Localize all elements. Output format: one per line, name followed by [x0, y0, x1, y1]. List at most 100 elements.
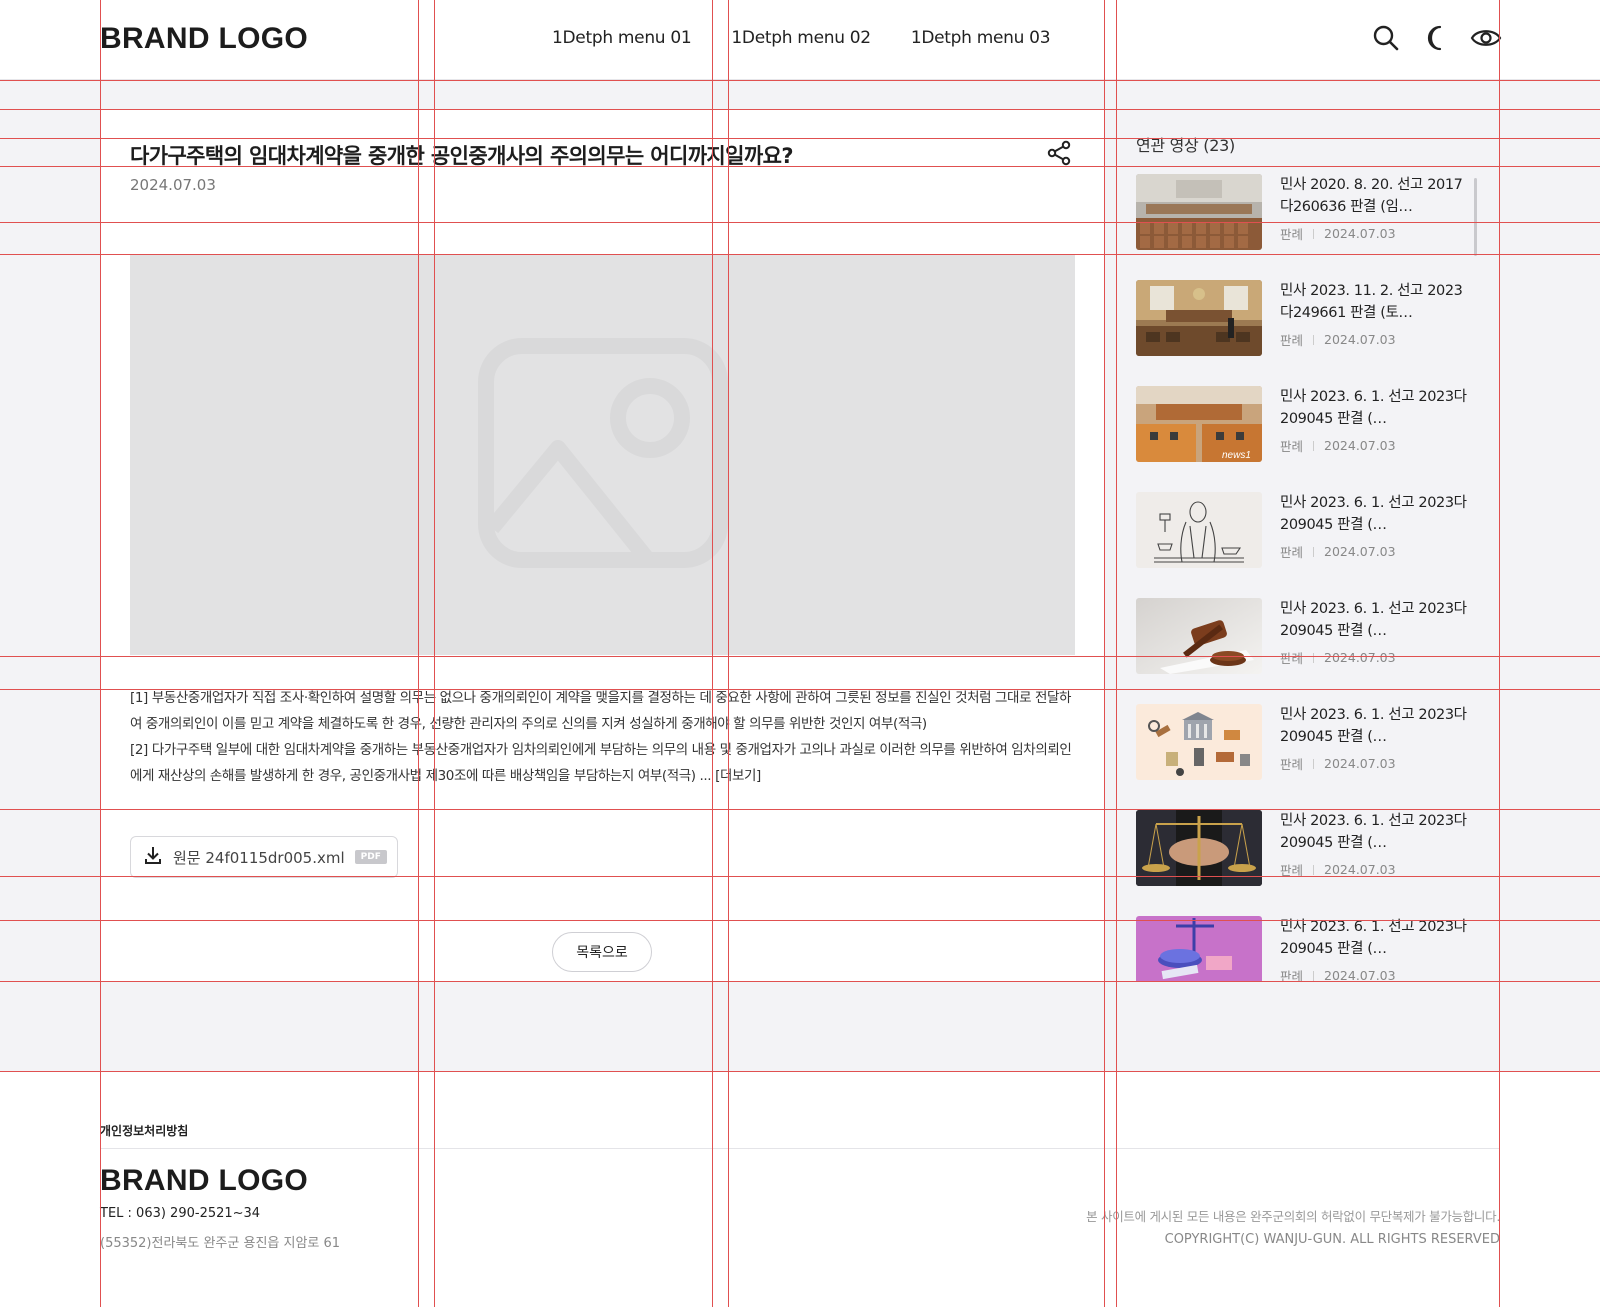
related-video-category: 판례	[1280, 969, 1304, 982]
related-video-text: 민사 2023. 6. 1. 선고 2023다209045 판결 (… 판례 20…	[1280, 492, 1470, 570]
attachment-filename: 원문 24f0115dr005.xml	[173, 848, 345, 867]
meta-separator	[1313, 758, 1315, 769]
summary-paragraph-2-text: [2] 다가구주택 일부에 대한 임대차계약을 중개하는 부동산중개업자가 임차…	[130, 742, 1072, 784]
related-video-text: 민사 2023. 6. 1. 선고 2023다209045 판결 (… 판례 20…	[1280, 386, 1470, 464]
related-video-title: 민사 2023. 6. 1. 선고 2023다209045 판결 (…	[1280, 919, 1467, 957]
main-nav: 1Detph menu 01 1Detph menu 02 1Detph men…	[552, 28, 1051, 48]
more-link[interactable]: [더보기]	[715, 768, 761, 784]
related-video-item[interactable]: 민사 2023. 11. 2. 선고 2023다249661 판결 (토… 판례…	[1136, 280, 1476, 358]
dark-mode-icon[interactable]	[1420, 22, 1452, 54]
video-thumbnail-purple-scales	[1136, 916, 1262, 982]
brand-logo[interactable]: BRAND LOGO	[100, 22, 308, 56]
privacy-policy-link[interactable]: 개인정보처리방침	[100, 1122, 188, 1139]
related-video-item[interactable]: news1 민사 2023. 6. 1. 선고 2023다209045 판결 (…	[1136, 386, 1476, 464]
related-video-meta: 판례 2024.07.03	[1280, 542, 1470, 561]
related-video-meta: 판례 2024.07.03	[1280, 224, 1470, 243]
related-video-title: 민사 2023. 11. 2. 선고 2023다249661 판결 (토…	[1280, 283, 1463, 321]
related-video-meta: 판례 2024.07.03	[1280, 648, 1470, 667]
related-video-item[interactable]: 민사 2020. 8. 20. 선고 2017다260636 판결 (임… 판례…	[1136, 174, 1476, 252]
svg-text:news1: news1	[1222, 450, 1251, 461]
header-tools	[1370, 22, 1502, 54]
video-thumbnail-courtroom	[1136, 280, 1262, 356]
nav-menu-01[interactable]: 1Detph menu 01	[552, 28, 692, 48]
related-video-date: 2024.07.03	[1324, 544, 1396, 559]
related-video-category: 판례	[1280, 439, 1304, 454]
meta-separator	[1313, 228, 1315, 239]
footer-divider	[100, 1148, 1500, 1149]
meta-separator	[1313, 652, 1315, 663]
related-video-title: 민사 2023. 6. 1. 선고 2023다209045 판결 (…	[1280, 389, 1467, 427]
nav-menu-02[interactable]: 1Detph menu 02	[731, 28, 871, 48]
related-video-item[interactable]: 민사 2023. 6. 1. 선고 2023다209045 판결 (… 판례 20…	[1136, 492, 1476, 570]
article-date: 2024.07.03	[130, 176, 216, 194]
related-video-category: 판례	[1280, 333, 1304, 348]
meta-separator	[1313, 546, 1315, 557]
site-header: BRAND LOGO 1Detph menu 01 1Detph menu 02…	[0, 0, 1600, 80]
related-video-category: 판례	[1280, 757, 1304, 772]
related-video-meta: 판례 2024.07.03	[1280, 754, 1470, 773]
download-icon	[143, 845, 163, 869]
footer-brand-logo: BRAND LOGO	[100, 1164, 308, 1197]
related-videos-list[interactable]: 민사 2020. 8. 20. 선고 2017다260636 판결 (임… 판례…	[1136, 174, 1476, 982]
related-video-date: 2024.07.03	[1324, 332, 1396, 347]
footer-phone: TEL : 063) 290-2521~34	[100, 1206, 261, 1221]
summary-paragraph-1: [1] 부동산중개업자가 직접 조사·확인하여 설명할 의무는 없으나 중개의뢰…	[130, 690, 1072, 732]
video-thumbnail-isometric-law	[1136, 704, 1262, 780]
related-video-title: 민사 2023. 6. 1. 선고 2023다209045 판결 (…	[1280, 707, 1467, 745]
related-video-text: 민사 2023. 11. 2. 선고 2023다249661 판결 (토… 판례…	[1280, 280, 1470, 358]
meta-separator	[1313, 864, 1315, 875]
meta-separator	[1313, 334, 1315, 345]
eye-icon[interactable]	[1470, 22, 1502, 54]
footer-copy-notice: 본 사이트에 게시된 모든 내용은 완주군의회의 허락없이 무단복제가 불가능합…	[1086, 1209, 1500, 1224]
article-panel: 다가구주택의 임대차계약을 중개한 공인중개사의 주의의무는 어디까지일까요? …	[100, 110, 1105, 982]
footer-address: (55352)전라북도 완주군 용진읍 지암로 61	[100, 1236, 341, 1251]
title-divider	[130, 222, 1075, 223]
related-video-title: 민사 2020. 8. 20. 선고 2017다260636 판결 (임…	[1280, 177, 1463, 215]
related-video-date: 2024.07.03	[1324, 226, 1396, 241]
nav-menu-03[interactable]: 1Detph menu 03	[911, 28, 1051, 48]
related-video-meta: 판례 2024.07.03	[1280, 860, 1470, 879]
share-icon[interactable]	[1046, 140, 1072, 166]
video-thumbnail-gavel	[1136, 598, 1262, 674]
site-footer: 개인정보처리방침 BRAND LOGO TEL : 063) 290-2521~…	[0, 1072, 1600, 1307]
related-video-text: 민사 2023. 6. 1. 선고 2023다209045 판결 (… 판례 20…	[1280, 598, 1470, 676]
article-title: 다가구주택의 임대차계약을 중개한 공인중개사의 주의의무는 어디까지일까요?	[130, 144, 794, 168]
related-video-meta: 판례 2024.07.03	[1280, 436, 1470, 455]
article-summary: [1] 부동산중개업자가 직접 조사·확인하여 설명할 의무는 없으나 중개의뢰…	[130, 685, 1075, 789]
related-video-item[interactable]: 민사 2023. 6. 1. 선고 2023다209045 판결 (… 판례 20…	[1136, 598, 1476, 676]
related-video-category: 판례	[1280, 863, 1304, 878]
related-video-date: 2024.07.03	[1324, 756, 1396, 771]
video-thumbnail-courtroom	[1136, 174, 1262, 250]
summary-paragraph-2: [2] 다가구주택 일부에 대한 임대차계약을 중개하는 부동산중개업자가 임차…	[130, 737, 1075, 789]
related-video-item[interactable]: 민사 2023. 6. 1. 선고 2023다209045 판결 (… 판례 20…	[1136, 810, 1476, 888]
related-video-title: 민사 2023. 6. 1. 선고 2023다209045 판결 (…	[1280, 495, 1467, 533]
back-to-list-button[interactable]: 목록으로	[552, 932, 652, 972]
related-video-meta: 판례 2024.07.03	[1280, 966, 1470, 982]
related-video-category: 판례	[1280, 545, 1304, 560]
search-icon[interactable]	[1370, 22, 1402, 54]
related-video-date: 2024.07.03	[1324, 438, 1396, 453]
video-thumbnail-judge-sketch	[1136, 492, 1262, 568]
related-video-date: 2024.07.03	[1324, 650, 1396, 665]
meta-separator	[1313, 440, 1315, 451]
related-video-text: 민사 2020. 8. 20. 선고 2017다260636 판결 (임… 판례…	[1280, 174, 1470, 252]
video-thumbnail-placeholder[interactable]	[130, 255, 1075, 655]
footer-copyright: COPYRIGHT(C) WANJU-GUN. ALL RIGHTS RESER…	[1164, 1232, 1500, 1247]
related-video-text: 민사 2023. 6. 1. 선고 2023다209045 판결 (… 판례 20…	[1280, 704, 1470, 782]
related-video-item[interactable]: 민사 2023. 6. 1. 선고 2023다209045 판결 (… 판례 20…	[1136, 704, 1476, 782]
video-thumbnail-scales-hands	[1136, 810, 1262, 886]
related-video-title: 민사 2023. 6. 1. 선고 2023다209045 판결 (…	[1280, 813, 1467, 851]
related-video-item[interactable]: 민사 2023. 6. 1. 선고 2023다209045 판결 (… 판례 20…	[1136, 916, 1476, 982]
related-videos-scrollbar[interactable]	[1474, 178, 1477, 256]
meta-separator	[1313, 970, 1315, 981]
related-videos-title: 연관 영상 (23)	[1136, 136, 1235, 155]
related-video-meta: 판례 2024.07.03	[1280, 330, 1470, 349]
related-video-text: 민사 2023. 6. 1. 선고 2023다209045 판결 (… 판례 20…	[1280, 916, 1470, 982]
attachment-download[interactable]: 원문 24f0115dr005.xml PDF	[130, 836, 398, 878]
related-video-title: 민사 2023. 6. 1. 선고 2023다209045 판결 (…	[1280, 601, 1467, 639]
related-video-category: 판례	[1280, 227, 1304, 242]
related-video-date: 2024.07.03	[1324, 862, 1396, 877]
related-video-date: 2024.07.03	[1324, 968, 1396, 982]
video-thumbnail-courtroom: news1	[1136, 386, 1262, 462]
image-placeholder-icon	[477, 338, 728, 572]
